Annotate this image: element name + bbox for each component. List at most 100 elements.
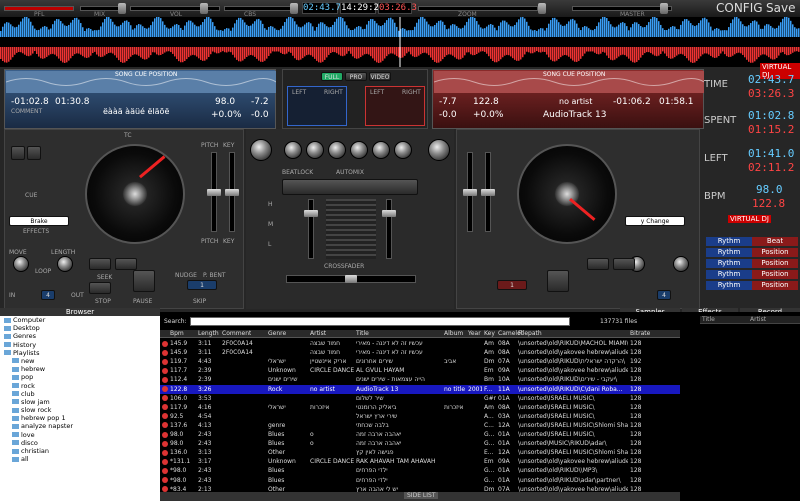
deck-a-seek-forward[interactable]	[115, 258, 137, 270]
cbs-knob[interactable]	[290, 3, 298, 14]
deck-b-play-button[interactable]	[547, 270, 569, 292]
right-tab-left-2[interactable]: Rythm	[706, 259, 752, 268]
tree-item[interactable]: Computer	[0, 316, 160, 324]
column-key[interactable]: Key	[484, 330, 495, 338]
cbs-slider[interactable]	[224, 6, 294, 11]
zoom-knob[interactable]	[538, 3, 546, 14]
tree-item[interactable]: Playlists	[0, 349, 160, 357]
deck-b-key-fader[interactable]	[463, 152, 477, 232]
table-row[interactable]: 112.4 2:39 שירים ישנים הייה עצמאות - שירים …	[160, 375, 680, 384]
pro-button[interactable]: PRO	[345, 72, 367, 81]
sidelist-button[interactable]: SIDE LIST	[404, 492, 439, 499]
deck-b-pitch-fader[interactable]	[481, 152, 495, 232]
search-input[interactable]	[190, 317, 570, 326]
deck-a-btn1[interactable]	[11, 146, 25, 160]
tree-item[interactable]: hebrew pop 1	[0, 414, 160, 422]
table-row[interactable]: 137.6 4:13 genre בלבה שכחתי C... 12A \unsorted…	[160, 421, 680, 430]
tree-item[interactable]: pop	[0, 373, 160, 381]
eq-knob-1[interactable]	[284, 141, 302, 159]
deck-b-seek-forward[interactable]	[613, 258, 635, 270]
master-knob[interactable]	[660, 3, 668, 14]
deck-a-move-knob[interactable]	[13, 256, 29, 272]
waveform-display[interactable]	[0, 16, 800, 67]
automix-controls[interactable]	[282, 179, 418, 195]
mixer-gain-a[interactable]	[250, 139, 272, 161]
table-row[interactable]: *98.0 2:43 Blues ילדי הפרחים G... 01A \unsorte…	[160, 466, 680, 475]
tree-item[interactable]: club	[0, 390, 160, 398]
channel-b-fader[interactable]	[382, 199, 396, 259]
deck-a-loop-value[interactable]: 4	[41, 290, 55, 300]
deck-b-effect-select[interactable]: y Change	[625, 216, 685, 226]
table-row[interactable]: 98.0 2:43 Blues o יאהבה ארבה זמה G... 01A \unso…	[160, 439, 680, 448]
table-row[interactable]: 119.7 4:43 ישראלי אריק איינשטיין שירים אחרונ…	[160, 357, 680, 366]
mixer-gain-b[interactable]	[428, 139, 450, 161]
channel-a-fader[interactable]	[304, 199, 318, 259]
table-row[interactable]: 145.9 3:11 2F0C0A14 חמוד שבצה עכשיו זה לא די…	[160, 339, 680, 348]
vol-knob[interactable]	[200, 3, 208, 14]
right-tab-right-3[interactable]: Position	[752, 270, 798, 279]
table-row[interactable]: *131.1 3:17 Unknown CIRCLE DANCES RAK AHAVAH…	[160, 457, 680, 466]
video-button[interactable]: VIDEO	[369, 72, 391, 81]
config-button[interactable]: CONFIG	[716, 1, 763, 15]
zoom-slider[interactable]	[418, 6, 538, 11]
tree-item[interactable]: love	[0, 431, 160, 439]
table-row[interactable]: 98.0 2:43 Blues o יאהבה ארבה זמה G... 01A \unso…	[160, 430, 680, 439]
deck-b-seek-back[interactable]	[587, 258, 609, 270]
deck-a-stop-button[interactable]	[89, 282, 111, 294]
eq-knob-2[interactable]	[306, 141, 324, 159]
column-artist[interactable]: Artist	[310, 330, 326, 338]
tree-item[interactable]: History	[0, 341, 160, 349]
table-row[interactable]: 136.0 3:13 Other פגישה לאין קץ E... 12A \unsor…	[160, 448, 680, 457]
deck-b-loop-value[interactable]: 4	[657, 290, 671, 300]
right-tab-right-4[interactable]: Position	[752, 281, 798, 290]
deck-a-seek-back[interactable]	[89, 258, 111, 270]
eq-knob-4[interactable]	[350, 141, 368, 159]
tree-item[interactable]: new	[0, 357, 160, 365]
right-tab-left-0[interactable]: Rythm	[706, 237, 752, 246]
right-tab-left-3[interactable]: Rythm	[706, 270, 752, 279]
deck-a-btn2[interactable]	[27, 146, 41, 160]
eq-knob-3[interactable]	[328, 141, 346, 159]
tree-item[interactable]: Genres	[0, 332, 160, 340]
tree-item[interactable]: christian	[0, 447, 160, 455]
mix-knob[interactable]	[118, 3, 126, 14]
deck-a-effect-select[interactable]: Brake	[9, 216, 69, 226]
column-genre[interactable]: Genre	[268, 330, 286, 338]
eq-knob-5[interactable]	[372, 141, 390, 159]
column-filepath[interactable]: Filepath	[518, 330, 542, 338]
column-comment[interactable]: Comment	[222, 330, 251, 338]
column-year[interactable]: Year	[468, 330, 481, 338]
table-row[interactable]: 117.9 4:16 ישראלי איזכרות ביאליק הרומנטי איזכ…	[160, 403, 680, 412]
table-row[interactable]: 122.8 3:26 Rock no artist AudioTrack 13 no ti…	[160, 384, 680, 394]
tree-item[interactable]: disco	[0, 439, 160, 447]
right-tab-right-1[interactable]: Position	[752, 248, 798, 257]
tree-item[interactable]: all	[0, 455, 160, 463]
full-button[interactable]: FULL	[321, 72, 343, 81]
tree-item[interactable]: rock	[0, 382, 160, 390]
table-row[interactable]: 117.7 2:39 Unknown CIRCLE DANCES AL GVUL HAY…	[160, 366, 680, 375]
tree-item[interactable]: analyze napster	[0, 422, 160, 430]
deck-a-key-fader[interactable]	[225, 152, 239, 232]
deck-a-pitch-fader[interactable]	[207, 152, 221, 232]
deck-b-nudge-value[interactable]: 1	[497, 280, 527, 290]
right-tab-right-2[interactable]: Position	[752, 259, 798, 268]
deck-b-length-knob[interactable]	[673, 256, 689, 272]
tree-item[interactable]: Desktop	[0, 324, 160, 332]
tree-item[interactable]: slow jam	[0, 398, 160, 406]
column-bpm[interactable]: Bpm	[170, 330, 184, 338]
deck-a-jogwheel[interactable]	[85, 144, 185, 244]
tree-item[interactable]: hebrew	[0, 365, 160, 373]
deck-a-length-knob[interactable]	[57, 256, 73, 272]
right-tab-right-0[interactable]: Beat	[752, 237, 798, 246]
tree-item[interactable]: slow rock	[0, 406, 160, 414]
column-length[interactable]: Length	[198, 330, 219, 338]
column-bitrate[interactable]: Bitrate	[630, 330, 650, 338]
table-row[interactable]: *98.0 2:43 Blues ילדי הפרחים G... 01A \unsorte…	[160, 476, 680, 485]
deck-b-jogwheel[interactable]	[517, 144, 617, 244]
save-button[interactable]: Save	[766, 1, 795, 15]
right-tab-left-4[interactable]: Rythm	[706, 281, 752, 290]
deck-a-nudge-value[interactable]: 1	[187, 280, 217, 290]
deck-a-play-button[interactable]	[133, 270, 155, 292]
tab-browser[interactable]: Browser	[0, 308, 160, 316]
right-tab-left-1[interactable]: Rythm	[706, 248, 752, 257]
